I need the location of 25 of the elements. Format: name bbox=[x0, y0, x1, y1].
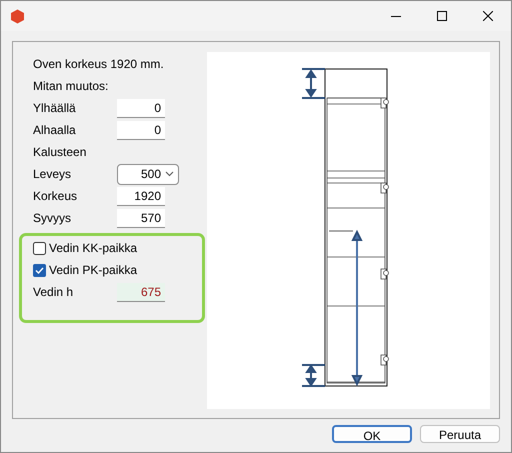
dialog-button[interactable]: OK bbox=[332, 425, 412, 443]
field-label: Alhaalla bbox=[33, 122, 77, 139]
close-icon bbox=[483, 11, 493, 21]
app-logo-icon bbox=[10, 8, 25, 24]
number-field[interactable]: 0 bbox=[117, 120, 165, 140]
field-label: Leveys bbox=[33, 166, 72, 183]
field-label: Syvyys bbox=[33, 210, 72, 227]
maximize-icon bbox=[437, 11, 447, 21]
label-text: Oven korkeus 1920 mm. bbox=[33, 56, 164, 73]
checkbox-empty-icon bbox=[33, 242, 46, 254]
dialog-button[interactable]: Peruuta bbox=[420, 425, 500, 443]
field-label: Korkeus bbox=[33, 188, 78, 205]
number-field[interactable]: 0 bbox=[117, 98, 165, 118]
checkbox[interactable]: Vedin KK-paikka bbox=[33, 239, 138, 257]
number-field[interactable]: 675 bbox=[117, 282, 165, 302]
checkbox-checked-icon bbox=[33, 264, 46, 276]
label-text: Kalusteen bbox=[33, 144, 86, 161]
field-label: Vedin h bbox=[33, 284, 74, 301]
checkbox[interactable]: Vedin PK-paikka bbox=[33, 261, 138, 279]
number-field[interactable]: 1920 bbox=[117, 186, 165, 206]
field-label: Ylhäällä bbox=[33, 100, 77, 117]
number-field[interactable]: 570 bbox=[117, 208, 165, 228]
label-text: Mitan muutos: bbox=[33, 78, 108, 95]
chevron-down-icon bbox=[165, 171, 174, 177]
dropdown[interactable]: 500 bbox=[117, 164, 179, 184]
